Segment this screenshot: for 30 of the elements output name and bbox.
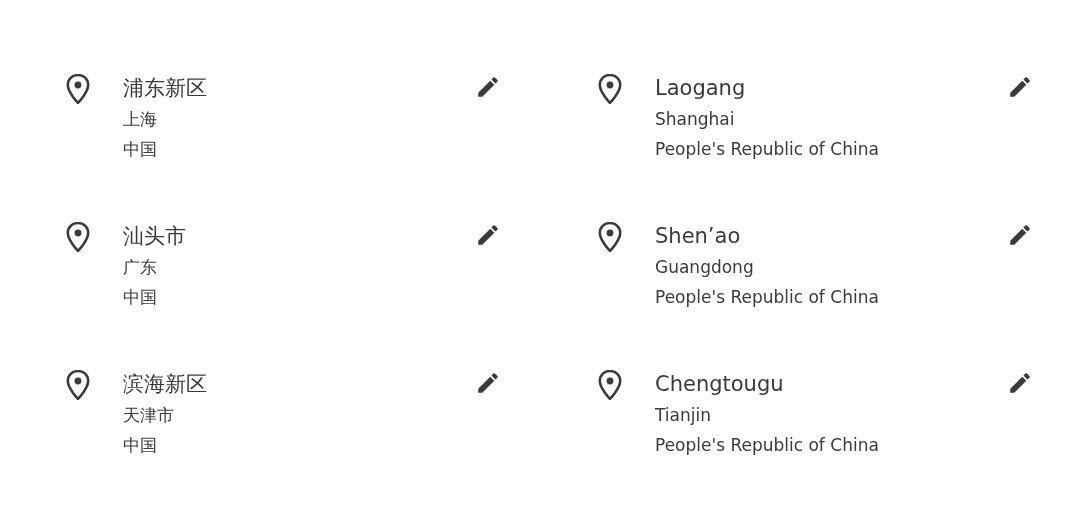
address-region: 上海	[123, 108, 158, 131]
address-country: 中国	[123, 434, 158, 457]
edit-icon[interactable]	[1007, 74, 1033, 100]
edit-icon[interactable]	[475, 222, 501, 248]
address-title: Chengtougu	[655, 371, 785, 398]
address-country: People's Republic of China	[655, 286, 880, 309]
address-region: Tianjin	[655, 404, 712, 427]
address-country: People's Republic of China	[655, 138, 880, 161]
address-country: 中国	[123, 138, 158, 161]
address-region: Guangdong	[655, 256, 755, 279]
address-region: 广东	[123, 256, 158, 279]
location-pin-icon	[597, 370, 623, 400]
address-region: 天津市	[123, 404, 175, 427]
location-pin-icon	[65, 222, 91, 252]
address-title: 汕头市	[123, 223, 187, 250]
address-title: Laogang	[655, 75, 747, 102]
edit-icon[interactable]	[475, 370, 501, 396]
edit-icon[interactable]	[1007, 370, 1033, 396]
edit-icon[interactable]	[475, 74, 501, 100]
location-pin-icon	[597, 222, 623, 252]
address-title: 浦东新区	[123, 75, 208, 102]
address-region: Shanghai	[655, 108, 736, 131]
edit-icon[interactable]	[1007, 222, 1033, 248]
location-pin-icon	[65, 370, 91, 400]
location-pin-icon	[597, 74, 623, 104]
location-pin-icon	[65, 74, 91, 104]
address-title: Shen’ao	[655, 223, 742, 250]
address-country: People's Republic of China	[655, 434, 880, 457]
address-country: 中国	[123, 286, 158, 309]
address-title: 滨海新区	[123, 371, 208, 398]
